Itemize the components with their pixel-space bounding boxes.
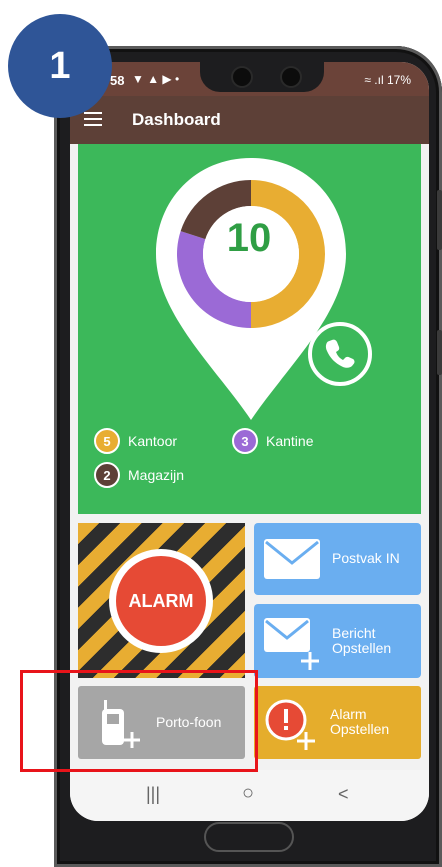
call-button[interactable] <box>308 322 372 386</box>
mail-icon <box>264 539 320 579</box>
status-right: ≈ .ıl 17% <box>364 73 411 87</box>
alert-plus-icon <box>265 699 315 750</box>
alarm-opstellen-label-2: Opstellen <box>330 721 390 737</box>
step-number-badge: 1 <box>8 14 112 118</box>
status-panel: 10 5 Kantoor 3 Kantine 2 Magazijn <box>78 144 421 514</box>
legend-label: Kantoor <box>128 433 178 449</box>
system-nav-bar: ||| ○ < <box>70 770 429 821</box>
total-count: 10 <box>226 216 272 260</box>
legend-kantoor: 5 Kantoor <box>94 428 177 454</box>
alarm-opstellen-tile[interactable]: Alarm Opstellen <box>254 686 421 759</box>
legend-magazijn: 2 Magazijn <box>94 462 184 488</box>
bericht-opstellen-tile[interactable]: Bericht Opstellen <box>254 604 421 678</box>
battery-level: 17% <box>386 73 411 87</box>
legend-count: 3 <box>232 428 258 454</box>
postvak-label: Postvak IN <box>332 550 400 566</box>
phone-icon <box>325 339 355 368</box>
legend-label: Magazijn <box>128 467 185 483</box>
location-pin <box>156 158 346 420</box>
bericht-label-1: Bericht <box>332 625 376 641</box>
power-button <box>437 330 442 375</box>
page-title: Dashboard <box>132 110 221 129</box>
phone-speaker <box>204 822 294 852</box>
legend-kantine: 3 Kantine <box>232 428 313 454</box>
back-button[interactable]: < <box>338 784 349 805</box>
notification-icons: ▼ ▲ ▶ • <box>132 72 180 86</box>
postvak-in-tile[interactable]: Postvak IN <box>254 523 421 595</box>
camera-notch <box>200 62 324 92</box>
app-toolbar: Dashboard <box>70 96 429 144</box>
front-camera <box>233 68 251 86</box>
alarm-tile[interactable]: ALARM <box>78 523 245 678</box>
recents-button[interactable]: ||| <box>146 784 160 805</box>
volume-button <box>437 190 442 250</box>
menu-icon[interactable] <box>84 112 102 126</box>
signal-icon: ≈ .ıl <box>364 73 384 87</box>
highlight-box <box>20 670 258 772</box>
mail-plus-icon <box>264 618 319 670</box>
alarm-opstellen-label-1: Alarm <box>330 706 367 722</box>
legend-count: 2 <box>94 462 120 488</box>
legend-label: Kantine <box>266 433 314 449</box>
alarm-button[interactable]: ALARM <box>109 549 213 653</box>
front-camera-secondary <box>282 68 300 86</box>
bericht-label-2: Opstellen <box>332 640 392 656</box>
legend-count: 5 <box>94 428 120 454</box>
status-time: 58 <box>110 73 125 88</box>
home-button[interactable]: ○ <box>242 782 254 805</box>
